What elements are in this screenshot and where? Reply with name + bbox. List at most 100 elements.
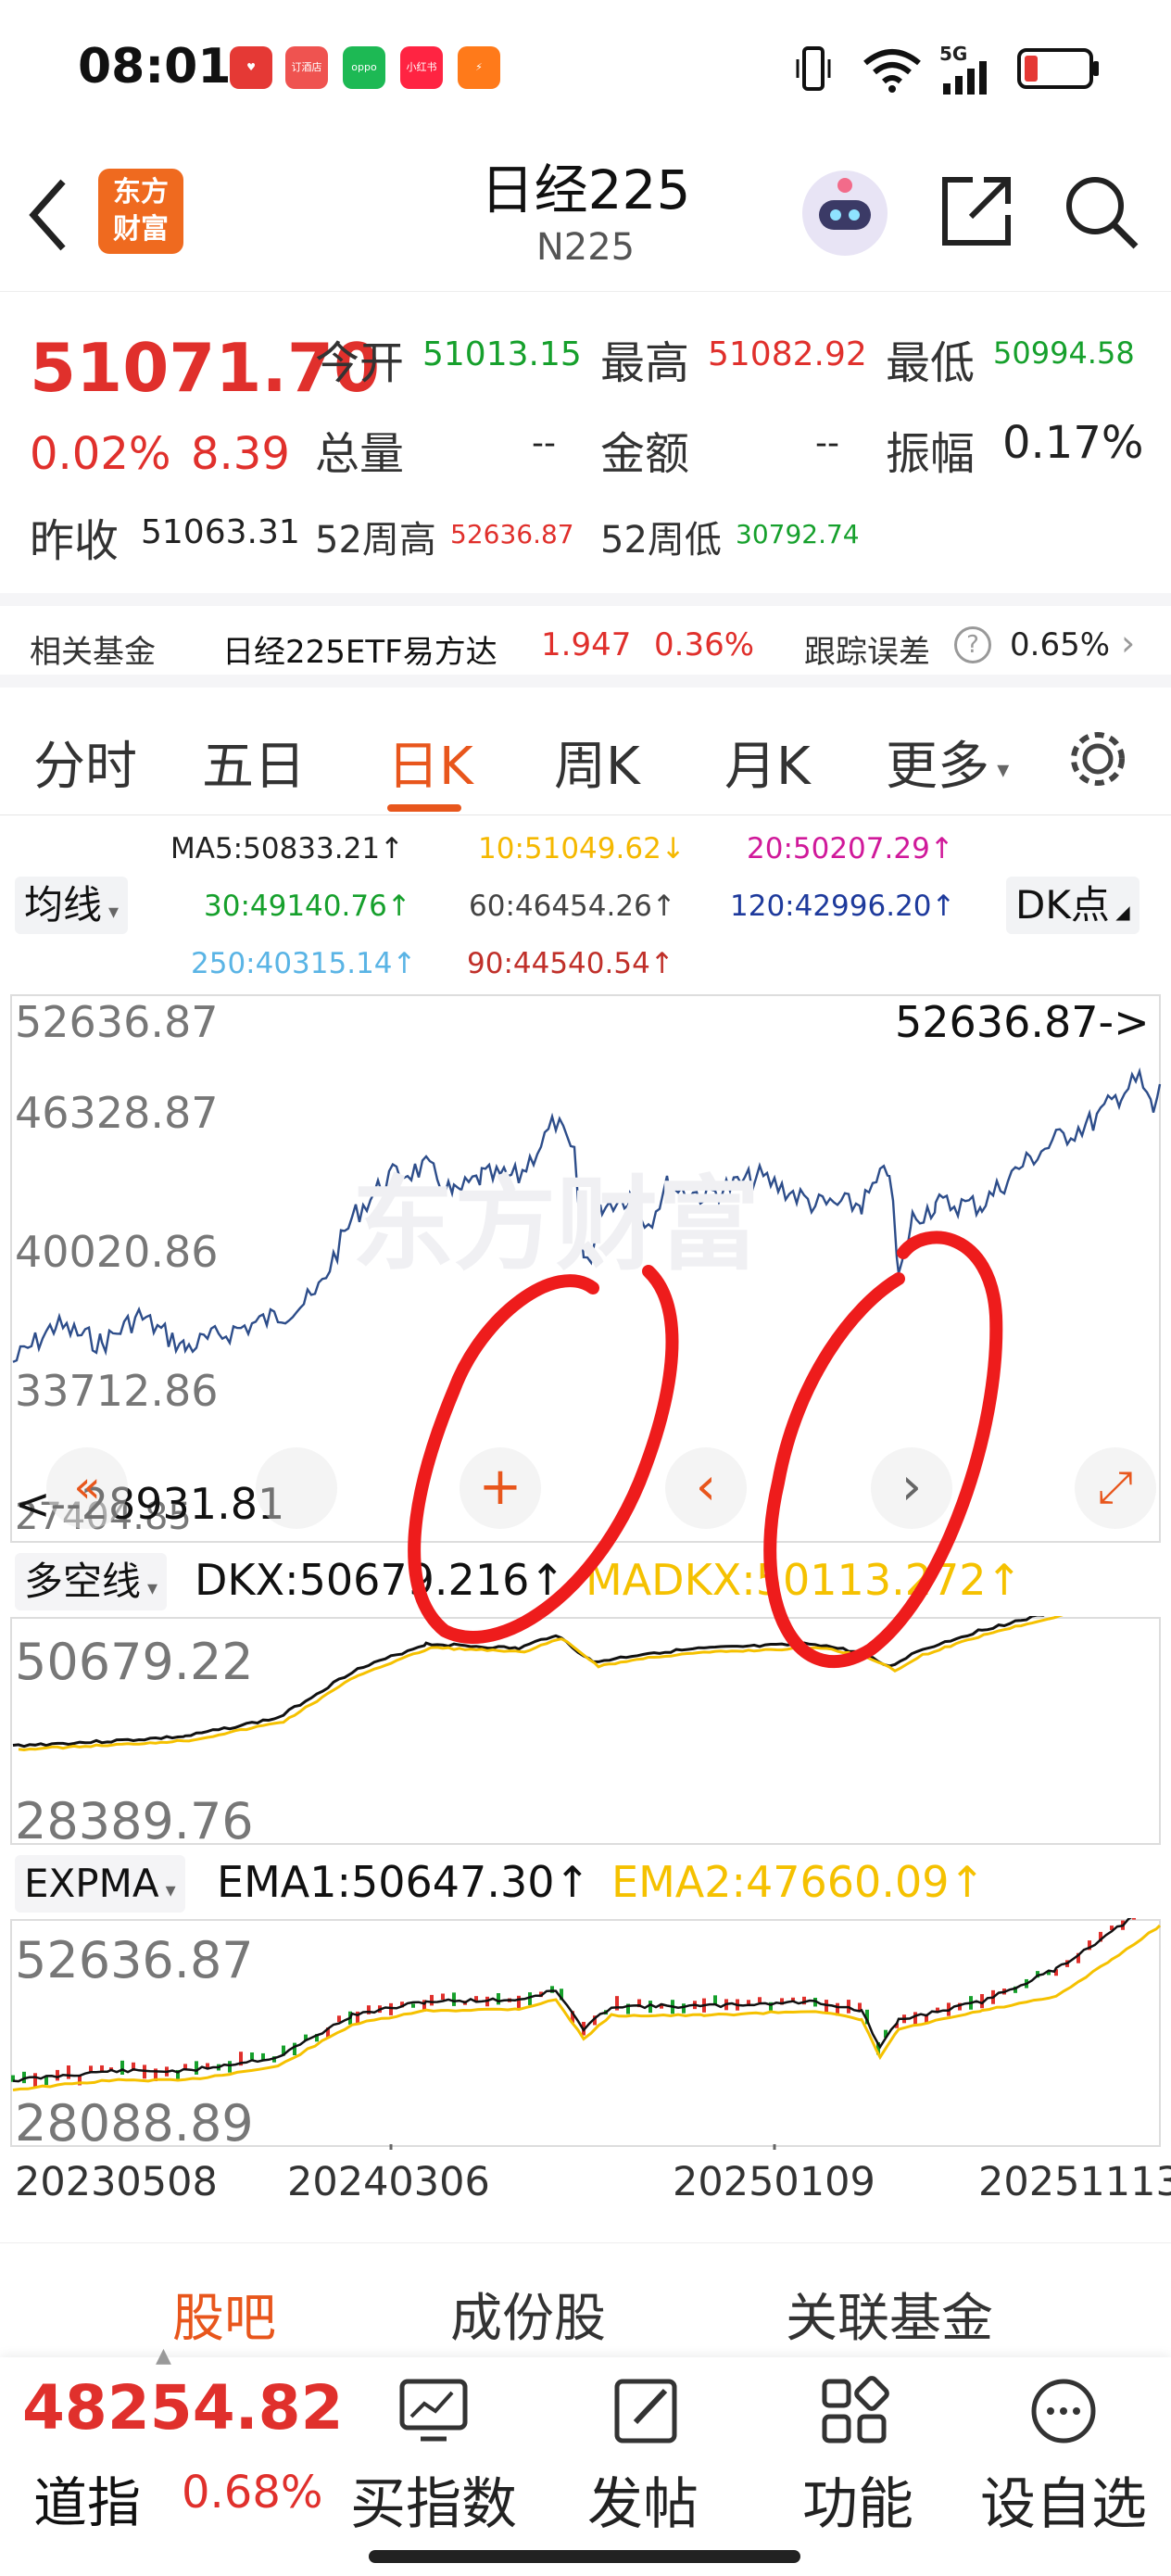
more-dots-icon[interactable] bbox=[1028, 2376, 1099, 2446]
share-icon[interactable] bbox=[938, 172, 1015, 250]
change-percent: 0.02% bbox=[30, 428, 171, 480]
corner-icon: ◢ bbox=[1109, 901, 1130, 923]
tab-intraday[interactable]: 分时 bbox=[33, 725, 137, 800]
fullscreen-icon[interactable]: ⤢ bbox=[1075, 1447, 1156, 1529]
candle bbox=[913, 2012, 917, 2025]
prev-close-label: 昨收 bbox=[30, 515, 120, 567]
candle bbox=[1132, 1918, 1136, 1920]
w52-high-label: 52周高 bbox=[315, 519, 436, 562]
zoom-blank-button[interactable] bbox=[256, 1447, 337, 1529]
subtab-forum[interactable]: 股吧 bbox=[172, 2277, 276, 2352]
related-fund-bar[interactable]: 相关基金 日经225ETF易方达 1.947 0.36% 跟踪误差 ? 0.65… bbox=[0, 593, 1171, 688]
high-label: 最高 bbox=[600, 337, 690, 389]
candle bbox=[250, 2052, 254, 2060]
search-icon[interactable] bbox=[1062, 172, 1140, 250]
dropdown-icon: ▾ bbox=[989, 755, 1010, 784]
candle bbox=[682, 2003, 686, 2014]
app-icon-3: oppo bbox=[343, 46, 385, 89]
tab-five-day[interactable]: 五日 bbox=[202, 725, 306, 800]
dk-point-toggle[interactable]: DK点 ◢ bbox=[1006, 877, 1140, 934]
ma-item-ma60: 60:46454.26↑ bbox=[469, 890, 676, 923]
chevron-left-icon[interactable]: ‹ bbox=[665, 1447, 747, 1529]
ma-item-ma250: 250:40315.14↑ bbox=[191, 947, 417, 980]
tab-daily-k[interactable]: 日K bbox=[387, 725, 473, 800]
settings-gear-icon[interactable] bbox=[1065, 726, 1130, 791]
tab-more[interactable]: 更多 ▾ bbox=[886, 725, 1009, 800]
ma-selector-label: 均线 bbox=[24, 882, 103, 928]
dk-point-label: DK点 bbox=[1015, 882, 1110, 928]
open-value: 51013.15 bbox=[422, 335, 582, 373]
low-value: 50994.58 bbox=[993, 335, 1135, 371]
candle bbox=[497, 1993, 500, 2005]
related-fund-label: 相关基金 bbox=[30, 634, 156, 671]
app-icon-1: ♥ bbox=[230, 46, 272, 89]
assistant-avatar-icon[interactable] bbox=[799, 167, 891, 259]
amount-value: -- bbox=[815, 424, 839, 462]
bottom-toolbar: ▲ 48254.82 道指 0.68% 买指数 发帖 功能 设自选 bbox=[0, 2344, 1171, 2576]
amplitude-value: 0.17% bbox=[1002, 417, 1144, 469]
ma-item-ma90: 90:44540.54↑ bbox=[467, 947, 674, 980]
candle bbox=[228, 2061, 232, 2073]
dropdown-icon: ▾ bbox=[102, 901, 120, 924]
candle bbox=[648, 2001, 652, 2014]
chevron-up-icon[interactable]: ▲ bbox=[156, 2344, 171, 2368]
buy-index-button[interactable]: 买指数 bbox=[350, 2459, 517, 2540]
chevron-right-icon[interactable]: › bbox=[871, 1447, 952, 1529]
ma-item-ma120: 120:42996.20↑ bbox=[730, 890, 956, 923]
watermark-icon: 东方财富 bbox=[352, 1166, 760, 1284]
tab-weekly-k[interactable]: 周K bbox=[554, 725, 640, 800]
function-button[interactable]: 功能 bbox=[802, 2459, 913, 2540]
ticker-index-price[interactable]: 48254.82 bbox=[22, 2372, 344, 2443]
candle bbox=[337, 2015, 341, 2023]
bottom-sub-tabs: 股吧 成份股 关联基金 bbox=[0, 2242, 1171, 2354]
tracking-error-label: 跟踪误差 bbox=[804, 634, 930, 671]
edit-post-icon[interactable] bbox=[611, 2376, 682, 2446]
ma-selector[interactable]: 均线 ▾ bbox=[15, 877, 129, 934]
candle bbox=[411, 2003, 415, 2008]
w52-low-value: 30792.74 bbox=[736, 519, 860, 549]
expma-selector[interactable]: EXPMA ▾ bbox=[15, 1855, 185, 1913]
candle bbox=[293, 2042, 296, 2056]
candle bbox=[758, 1997, 762, 2002]
candle bbox=[452, 1992, 456, 2006]
subtab-constituents[interactable]: 成份股 bbox=[450, 2277, 606, 2352]
tab-more-label: 更多 bbox=[886, 737, 989, 797]
prev-close-value: 51063.31 bbox=[141, 513, 300, 551]
candle bbox=[67, 2065, 70, 2079]
dropdown-icon: ▾ bbox=[158, 1879, 176, 1902]
dkx-selector-label: 多空线 bbox=[24, 1559, 142, 1604]
date-label-1: 20230508 bbox=[15, 2159, 218, 2205]
dkx-value: DKX:50679.216↑ bbox=[195, 1555, 565, 1605]
date-label-4: 20251113 bbox=[978, 2159, 1171, 2205]
wifi-icon bbox=[863, 49, 921, 93]
w52-low-label: 52周低 bbox=[600, 519, 722, 562]
help-icon[interactable]: ? bbox=[954, 626, 991, 663]
low-label: 最低 bbox=[886, 337, 976, 389]
trade-chart-icon[interactable] bbox=[398, 2376, 469, 2446]
post-button[interactable]: 发帖 bbox=[587, 2459, 699, 2540]
function-grid-icon[interactable] bbox=[819, 2376, 889, 2446]
candle bbox=[195, 2061, 198, 2075]
vibrate-icon bbox=[796, 46, 831, 91]
app-icon-4: 小红书 bbox=[400, 46, 443, 89]
status-bar: 08:01 ♥ 订酒店 oppo 小红书 ⚡ 5G bbox=[0, 0, 1171, 139]
candle bbox=[261, 2052, 265, 2060]
subtab-related-funds[interactable]: 关联基金 bbox=[786, 2277, 993, 2352]
zoom-in-icon[interactable]: + bbox=[460, 1447, 541, 1529]
dkx-y-label-top: 50679.22 bbox=[15, 1633, 254, 1691]
amount-label: 金额 bbox=[600, 428, 690, 480]
scroll-left-fast-icon[interactable]: « bbox=[46, 1447, 128, 1529]
candle bbox=[441, 1993, 445, 2001]
open-label: 今开 bbox=[315, 337, 405, 389]
app-icon-2: 订酒店 bbox=[285, 46, 328, 89]
related-fund-name[interactable]: 日经225ETF易方达 bbox=[222, 626, 497, 672]
tracking-error-value: 0.65% bbox=[1010, 626, 1111, 663]
dropdown-icon: ▾ bbox=[141, 1577, 158, 1600]
ema1-value: EMA1:50647.30↑ bbox=[217, 1857, 591, 1907]
tab-monthly-k[interactable]: 月K bbox=[724, 725, 811, 800]
app-icon-5: ⚡ bbox=[458, 46, 500, 89]
price-y-label-2: 46328.87 bbox=[15, 1088, 219, 1138]
add-watchlist-button[interactable]: 设自选 bbox=[980, 2459, 1147, 2540]
dkx-selector[interactable]: 多空线 ▾ bbox=[15, 1553, 168, 1610]
madkx-value: MADKX:50113.272↑ bbox=[586, 1555, 1023, 1605]
